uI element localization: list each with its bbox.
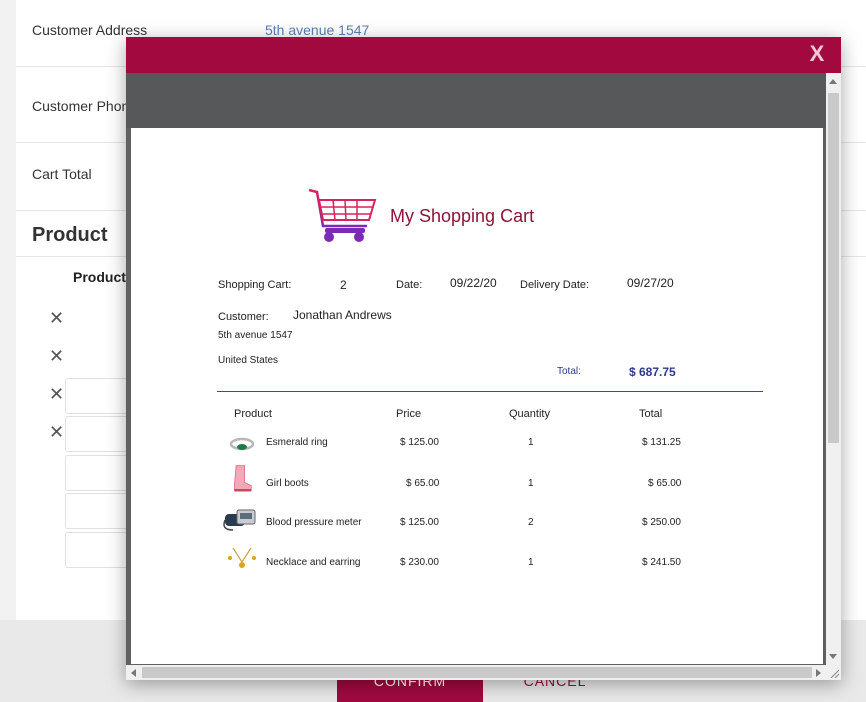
remove-item-icon[interactable]: ✕ [49,384,64,405]
item-price: $ 230.00 [400,557,439,568]
column-product: Product [234,408,272,420]
boots-icon [234,465,252,492]
customer-address-label: Customer Address [32,22,148,38]
customer-label: Customer: [218,311,269,323]
item-price: $ 65.00 [406,478,440,489]
cart-total-label: Cart Total [32,166,92,182]
remove-item-icon[interactable]: ✕ [49,308,64,329]
header-divider [217,391,763,392]
customer-phone-label: Customer Phone [32,98,138,114]
resize-grip-icon[interactable] [829,668,839,678]
item-price: $ 125.00 [400,437,439,448]
column-total: Total [639,408,663,420]
column-quantity: Quantity [509,408,550,420]
remove-item-icon[interactable]: ✕ [49,346,64,367]
item-price: $ 125.00 [400,517,439,528]
product-column-header: Product [73,269,126,285]
date-label: Date: [396,279,423,291]
vertical-scroll-thumb[interactable] [828,93,839,443]
grand-total-value: $ 687.75 [629,365,676,379]
customer-name: Jonathan Andrews [293,308,392,322]
grand-total-label: Total: [557,366,581,377]
item-total: $ 131.25 [642,437,681,448]
page: Customer Address 5th avenue 1547 Custome… [0,0,866,702]
scroll-up-icon[interactable] [829,79,837,84]
shopping-cart-label: Shopping Cart: [218,279,292,291]
item-total: $ 241.50 [642,557,681,568]
customer-address: 5th avenue 1547 [218,330,293,341]
close-button[interactable]: X [803,39,831,69]
report-document: My Shopping Cart Shopping Cart: 2 Date: … [131,128,823,664]
blood-pressure-meter-icon [223,509,256,531]
item-quantity: 1 [528,437,534,448]
item-quantity: 2 [528,517,534,528]
customer-country: United States [218,355,279,366]
report-preview-modal: X My Shopping Cart Shopping Cart: 2 Date… [126,37,841,680]
item-quantity: 1 [528,557,534,568]
date-value: 09/22/20 [450,276,497,290]
column-price: Price [396,408,422,420]
item-total: $ 250.00 [642,517,681,528]
scroll-right-icon[interactable] [816,669,821,677]
necklace-icon [228,547,256,568]
item-name: Girl boots [266,478,309,489]
item-name: Necklace and earring [266,557,361,568]
report-title: My Shopping Cart [390,206,535,226]
vertical-scrollbar[interactable] [826,73,841,665]
product-section-title: Product [32,224,108,246]
customer-address-value[interactable]: 5th avenue 1547 [265,22,369,38]
viewer-toolbar-area [126,73,826,128]
scroll-left-icon[interactable] [131,669,136,677]
delivery-date-label: Delivery Date: [520,279,590,291]
item-name: Esmerald ring [266,437,328,448]
scroll-down-icon[interactable] [829,654,837,659]
item-total: $ 65.00 [648,478,682,489]
horizontal-scroll-thumb[interactable] [142,667,812,678]
remove-item-icon[interactable]: ✕ [49,422,64,443]
ring-icon [229,437,255,451]
item-quantity: 1 [528,478,534,489]
horizontal-scrollbar[interactable] [126,665,841,680]
item-name: Blood pressure meter [266,517,362,528]
delivery-date-value: 09/27/20 [627,276,674,290]
shopping-cart-number: 2 [340,278,347,292]
modal-titlebar[interactable]: X [126,37,841,73]
shopping-cart-icon [308,188,377,242]
